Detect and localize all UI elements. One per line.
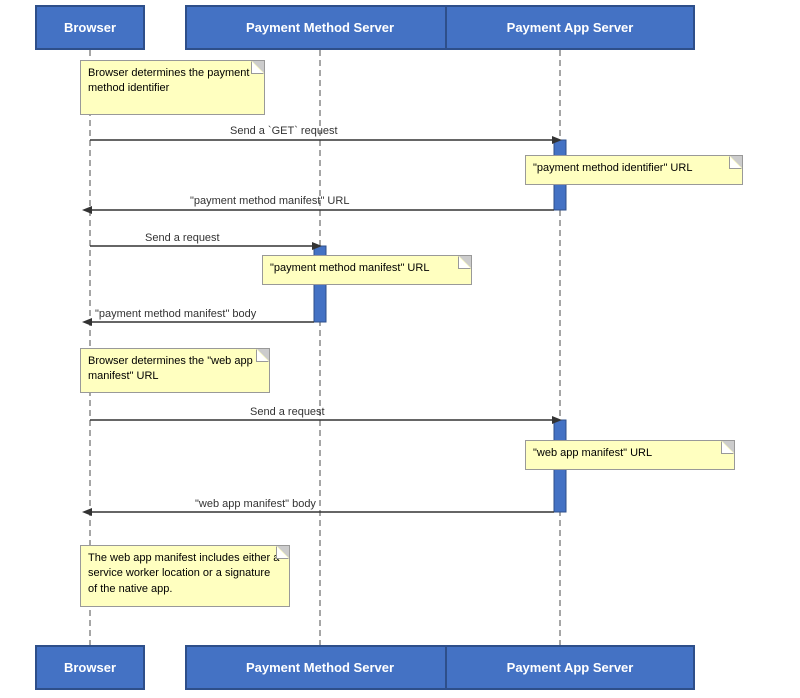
header-payment-method-server-top: Payment Method Server bbox=[185, 5, 455, 50]
sequence-diagram: Browser Payment Method Server Payment Ap… bbox=[0, 0, 800, 698]
header-payment-app-server-bottom: Payment App Server bbox=[445, 645, 695, 690]
msg2-label: "payment method manifest" URL bbox=[190, 195, 349, 207]
note-web-app-manifest-body: The web app manifest includes either a s… bbox=[80, 545, 290, 607]
note-browser-determines-web-app-manifest: Browser determines the "web app manifest… bbox=[80, 348, 270, 393]
header-browser-top: Browser bbox=[35, 5, 145, 50]
msg5-label: Send a request bbox=[250, 406, 325, 418]
header-payment-app-server-top: Payment App Server bbox=[445, 5, 695, 50]
note-payment-method-manifest-url: "payment method manifest" URL bbox=[262, 255, 472, 285]
note-web-app-manifest-url: "web app manifest" URL bbox=[525, 440, 735, 470]
msg6-label: "web app manifest" body bbox=[195, 498, 316, 510]
header-payment-method-server-bottom: Payment Method Server bbox=[185, 645, 455, 690]
msg1-label: Send a `GET` request bbox=[230, 125, 338, 137]
note-payment-method-identifier-url: "payment method identifier" URL bbox=[525, 155, 743, 185]
msg3-label: Send a request bbox=[145, 232, 220, 244]
header-browser-bottom: Browser bbox=[35, 645, 145, 690]
note-browser-determines-identifier: Browser determines the payment method id… bbox=[80, 60, 265, 115]
msg4-label: "payment method manifest" body bbox=[95, 308, 256, 320]
